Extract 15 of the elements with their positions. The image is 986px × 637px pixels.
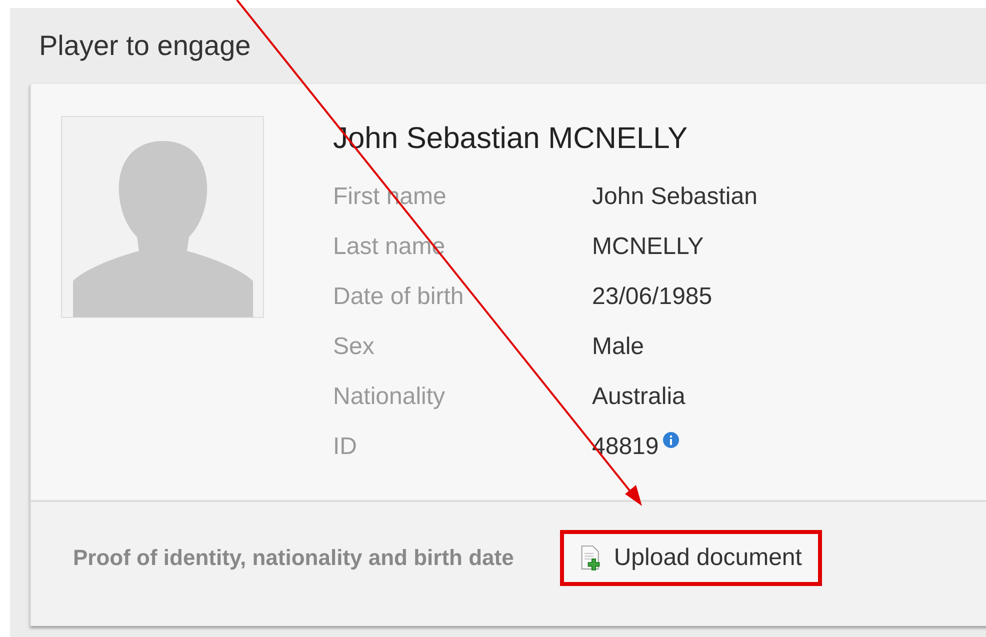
field-label: Date of birth [333,283,465,311]
field-value: 23/06/1985 [592,283,712,311]
field-label: ID [333,433,358,461]
field-label: Nationality [333,383,446,411]
proof-label: Proof of identity, nationality and birth date [73,545,514,571]
panel-title: Player to engage [38,29,252,63]
info-icon[interactable] [662,432,679,448]
field-value: 48819 [592,433,659,461]
upload-document-button[interactable]: Upload document [560,530,822,586]
field-value: Male [592,333,644,361]
field-label: Sex [333,333,376,361]
field-value: John Sebastian [592,183,758,211]
document-add-icon [580,544,602,572]
field-value: MCNELLY [592,233,704,261]
field-value: Australia [592,383,686,411]
